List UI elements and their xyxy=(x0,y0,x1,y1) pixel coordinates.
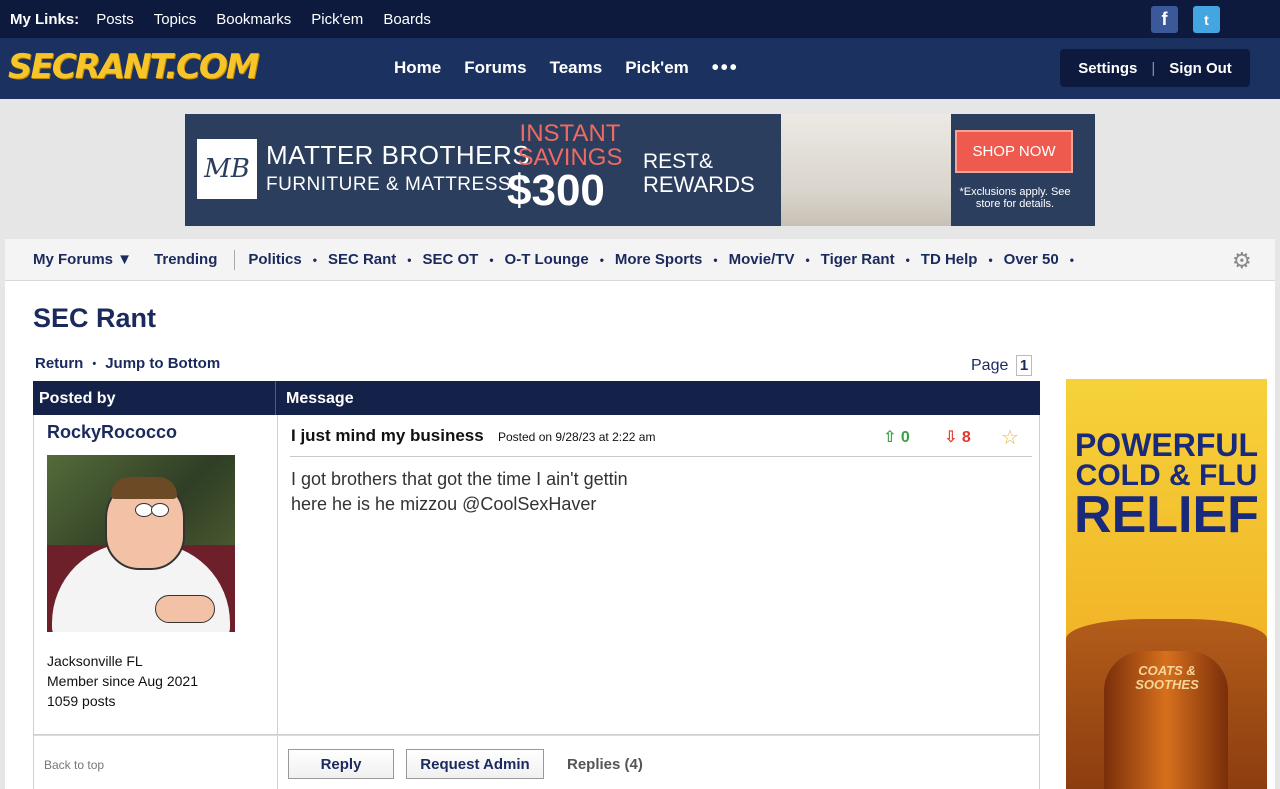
breadcrumb: Return • Jump to Bottom xyxy=(35,355,221,372)
my-links-bar: My Links: Posts Topics Bookmarks Pick'em… xyxy=(0,0,1280,38)
nav-teams[interactable]: Teams xyxy=(550,58,603,78)
nav-pickem[interactable]: Pick'em xyxy=(625,58,689,78)
signout-link[interactable]: Sign Out xyxy=(1169,60,1232,77)
more-menu-icon[interactable]: ••• xyxy=(712,58,739,78)
forum-link-td-help[interactable]: TD Help xyxy=(921,251,978,268)
link-topics[interactable]: Topics xyxy=(154,11,197,28)
trending-link[interactable]: Trending xyxy=(154,251,217,268)
ad-photo xyxy=(781,114,951,226)
reply-button[interactable]: Reply xyxy=(288,749,394,779)
price-text: $300 xyxy=(507,166,605,215)
gear-icon[interactable]: ⚙ xyxy=(1232,248,1252,274)
upvote-button[interactable]: ⇧ 0 xyxy=(883,427,910,447)
replies-link[interactable]: Replies (4) xyxy=(567,756,643,773)
brand-name: MATTER BROTHERS xyxy=(266,140,531,170)
link-boards[interactable]: Boards xyxy=(383,11,431,28)
message-column: I just mind my business Posted on 9/28/2… xyxy=(278,415,1040,734)
author-post-count: 1059 posts xyxy=(47,693,116,709)
up-arrow-icon: ⇧ xyxy=(883,429,897,446)
post-footer: Back to top Reply Request Admin Replies … xyxy=(33,735,1040,789)
banner-ad[interactable]: MB MATTER BROTHERS FURNITURE & MATTRESS … xyxy=(185,114,1095,226)
forum-link-sec-ot[interactable]: SEC OT xyxy=(422,251,478,268)
divider xyxy=(290,456,1032,457)
back-to-top-link[interactable]: Back to top xyxy=(44,758,104,772)
link-pickem[interactable]: Pick'em xyxy=(311,11,363,28)
nav-forums[interactable]: Forums xyxy=(464,58,526,78)
ad-headline-3: RELIEF xyxy=(1074,486,1259,544)
down-arrow-icon: ⇩ xyxy=(944,429,958,446)
brand-logo: MB xyxy=(197,139,257,199)
forum-link-sec-rant[interactable]: SEC Rant xyxy=(328,251,396,268)
site-header: SECRANT.COM Home Forums Teams Pick'em ••… xyxy=(0,38,1280,99)
avatar xyxy=(47,455,235,632)
rewards-text: REWARDS xyxy=(643,172,755,197)
return-link[interactable]: Return xyxy=(35,355,83,372)
author-username[interactable]: RockyRococco xyxy=(47,422,177,443)
forum-link-ot-lounge[interactable]: O-T Lounge xyxy=(505,251,589,268)
link-bookmarks[interactable]: Bookmarks xyxy=(216,11,291,28)
downvote-count: 8 xyxy=(961,429,971,446)
side-ad[interactable]: POWERFUL COLD & FLU RELIEF COATS & SOOTH… xyxy=(1066,379,1267,789)
forum-link-tiger-rant[interactable]: Tiger Rant xyxy=(821,251,895,268)
twitter-icon[interactable]: t xyxy=(1193,6,1220,33)
rest-text: REST& xyxy=(643,150,714,173)
my-links-label: My Links: xyxy=(10,10,80,28)
forum-link-more-sports[interactable]: More Sports xyxy=(615,251,703,268)
col-posted-by: Posted by xyxy=(33,381,276,415)
author-column: RockyRococco Jacksonville FL Member sinc… xyxy=(34,415,278,734)
brand-subtitle: FURNITURE & MATTRESS xyxy=(266,174,512,195)
author-info: Jacksonville FL Member since Aug 2021 10… xyxy=(47,651,198,711)
forum-link-over-50[interactable]: Over 50 xyxy=(1004,251,1059,268)
page-number[interactable]: 1 xyxy=(1016,355,1032,376)
col-message: Message xyxy=(286,390,354,407)
facebook-icon[interactable]: f xyxy=(1151,6,1178,33)
site-logo[interactable]: SECRANT.COM xyxy=(8,49,260,85)
upvote-count: 0 xyxy=(900,429,910,446)
main-nav: Home Forums Teams Pick'em ••• xyxy=(394,58,762,78)
post-row: RockyRococco Jacksonville FL Member sinc… xyxy=(33,415,1040,735)
star-icon[interactable]: ☆ xyxy=(1001,425,1019,450)
divider xyxy=(234,249,236,270)
fine-print: *Exclusions apply. See store for details… xyxy=(959,186,1071,210)
settings-link[interactable]: Settings xyxy=(1078,60,1137,77)
table-header: Posted by Message xyxy=(33,381,1040,415)
forum-link-politics[interactable]: Politics xyxy=(248,251,301,268)
author-location: Jacksonville FL xyxy=(47,653,143,669)
nav-home[interactable]: Home xyxy=(394,58,441,78)
post-date: Posted on 9/28/23 at 2:22 am xyxy=(498,430,656,444)
divider: | xyxy=(1151,59,1156,77)
shop-now-button[interactable]: SHOP NOW xyxy=(955,130,1073,173)
jump-to-bottom-link[interactable]: Jump to Bottom xyxy=(105,355,220,372)
author-member-since: Member since Aug 2021 xyxy=(47,673,198,689)
product-label: COATS & SOOTHES xyxy=(1135,663,1199,692)
my-forums-dropdown[interactable]: My Forums ▼ xyxy=(33,251,132,268)
forum-link-movie-tv[interactable]: Movie/TV xyxy=(729,251,795,268)
request-admin-button[interactable]: Request Admin xyxy=(406,749,544,779)
link-posts[interactable]: Posts xyxy=(96,11,134,28)
page-label: Page xyxy=(971,357,1009,374)
instant-savings-text: INSTANT SAVINGS xyxy=(517,120,623,171)
post-title: I just mind my business xyxy=(291,426,484,445)
downvote-button[interactable]: ⇩ 8 xyxy=(944,427,971,447)
ad-headline-1: POWERFUL xyxy=(1074,427,1259,463)
post-body: I got brothers that got the time I ain't… xyxy=(291,469,628,514)
page-title: SEC Rant xyxy=(33,303,157,333)
account-box: Settings | Sign Out xyxy=(1060,49,1250,87)
forum-subnav: My Forums ▼ Trending Politics • SEC Rant… xyxy=(5,239,1275,281)
